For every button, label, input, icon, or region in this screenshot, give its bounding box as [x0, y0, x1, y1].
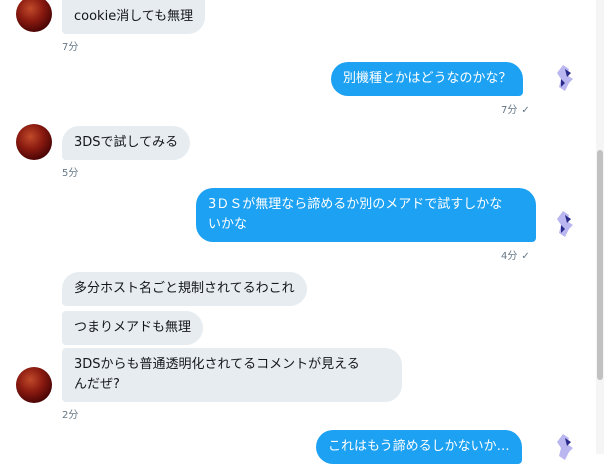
- avatar-image-icon: [547, 207, 583, 243]
- avatar[interactable]: [547, 207, 583, 243]
- timestamp: 7分 ✓: [501, 105, 530, 116]
- scrollbar[interactable]: [596, 0, 604, 454]
- scrollbar-thumb[interactable]: [597, 150, 603, 380]
- message-text-line: 3ＤＳが無理なら諦めるか別のメアドで試すしかな: [208, 197, 503, 212]
- message-incoming: 3DSで試してみる: [62, 126, 191, 160]
- avatar-image-icon: [547, 430, 583, 466]
- timestamp: 7分: [62, 42, 79, 53]
- message-outgoing: これはもう諦めるしかないか…: [316, 430, 522, 464]
- timestamp: 2分: [62, 410, 79, 421]
- avatar[interactable]: [547, 61, 583, 97]
- message-text: これはもう諦めるしかないか…: [328, 439, 510, 454]
- message-incoming: cookie消しても無理: [62, 0, 206, 34]
- message-text: 多分ホスト名ごと規制されてるわこれ: [74, 281, 295, 296]
- message-text: 3DSで試してみる: [74, 135, 179, 150]
- timestamp: 4分 ✓: [501, 251, 530, 262]
- check-icon: ✓: [521, 105, 530, 116]
- message-text: 別機種とかはどうなのかな？: [343, 71, 512, 86]
- timestamp: 5分: [62, 168, 79, 179]
- avatar[interactable]: [547, 430, 583, 466]
- message-outgoing: 別機種とかはどうなのかな？: [331, 62, 524, 96]
- check-icon: ✓: [521, 251, 530, 262]
- message-text-line: いかな: [208, 217, 248, 232]
- message-outgoing: 3ＤＳが無理なら諦めるか別のメアドで試すしかな いかな: [196, 188, 536, 242]
- message-text: つまりメアドも無理: [74, 320, 192, 335]
- message-incoming: 3DSからも普通透明化されてるコメントが見える んだぜ?: [62, 348, 402, 402]
- message-text-line: 3DSからも普通透明化されてるコメントが見える: [74, 357, 360, 372]
- avatar[interactable]: [16, 124, 52, 160]
- avatar-image-icon: [547, 61, 583, 97]
- message-incoming: つまりメアドも無理: [62, 311, 204, 345]
- message-text: cookie消しても無理: [74, 9, 194, 24]
- message-text-line: んだぜ?: [74, 377, 120, 392]
- avatar[interactable]: [16, 367, 52, 403]
- message-incoming: 多分ホスト名ごと規制されてるわこれ: [62, 272, 307, 306]
- avatar[interactable]: [16, 0, 52, 32]
